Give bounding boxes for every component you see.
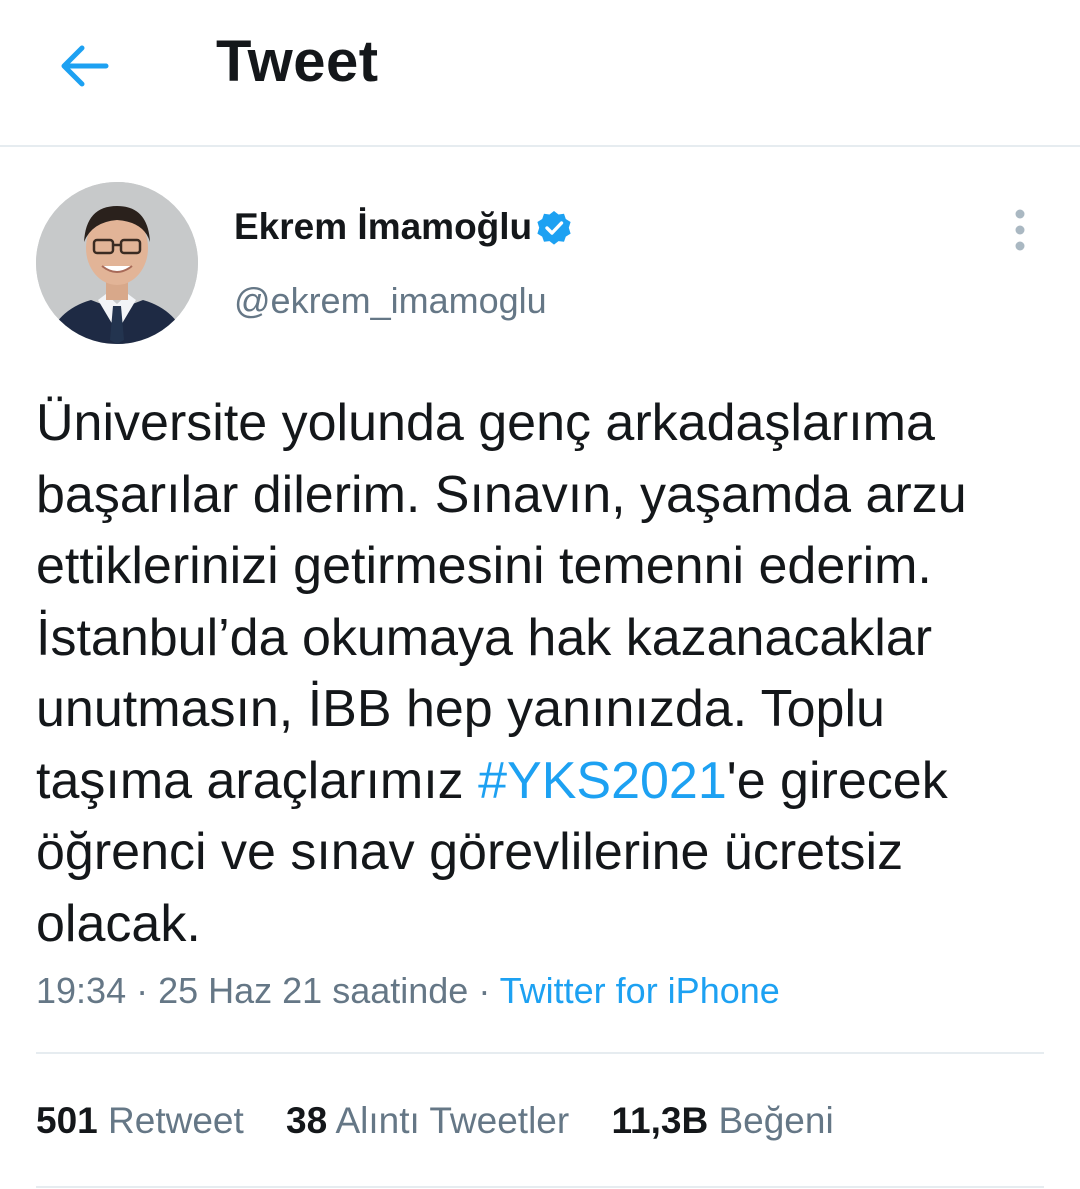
profile-photo: [36, 182, 198, 344]
author-handle[interactable]: @ekrem_imamoglu: [234, 280, 547, 322]
arrow-left-icon: [61, 45, 109, 87]
tweet-meta: 19:34 · 25 Haz 21 saatinde · Twitter for…: [36, 970, 780, 1012]
back-button[interactable]: [56, 38, 112, 94]
stat-label: Retweet: [108, 1100, 244, 1141]
tweet-time: 19:34: [36, 970, 127, 1011]
divider: [36, 1186, 1044, 1188]
tweet-text: Üniversite yolunda genç arkadaşlarıma ba…: [36, 388, 1046, 960]
tweet-text-part: Üniversite yolunda genç arkadaşlarıma ba…: [36, 394, 967, 810]
meta-separator: ·: [126, 970, 159, 1011]
meta-separator: ·: [468, 970, 500, 1011]
hashtag-link[interactable]: #YKS2021: [478, 752, 727, 810]
stat-count: 38: [286, 1100, 328, 1141]
stat-count: 11,3B: [611, 1100, 709, 1141]
tweet-stats: 501 Retweet 38 Alıntı Tweetler 11,3B Beğ…: [36, 1100, 866, 1142]
stat-count: 501: [36, 1100, 98, 1141]
source-link[interactable]: Twitter for iPhone: [500, 970, 780, 1011]
quote-tweet-count[interactable]: 38 Alıntı Tweetler: [286, 1100, 569, 1142]
verified-badge-icon: [537, 211, 571, 245]
more-options-button[interactable]: [1000, 206, 1040, 256]
divider: [36, 1052, 1044, 1054]
tweet-date: 25 Haz 21 saatinde: [158, 970, 469, 1011]
avatar[interactable]: [36, 182, 198, 344]
retweet-count[interactable]: 501 Retweet: [36, 1100, 244, 1142]
stat-label: Beğeni: [718, 1100, 834, 1141]
more-vertical-icon: [1015, 209, 1025, 251]
page-title: Tweet: [216, 29, 379, 94]
stat-label: Alıntı Tweetler: [335, 1100, 570, 1141]
author-display-name[interactable]: Ekrem İmamoğlu: [234, 206, 532, 248]
top-bar: Tweet: [0, 0, 1080, 147]
like-count[interactable]: 11,3B Beğeni: [611, 1100, 833, 1142]
